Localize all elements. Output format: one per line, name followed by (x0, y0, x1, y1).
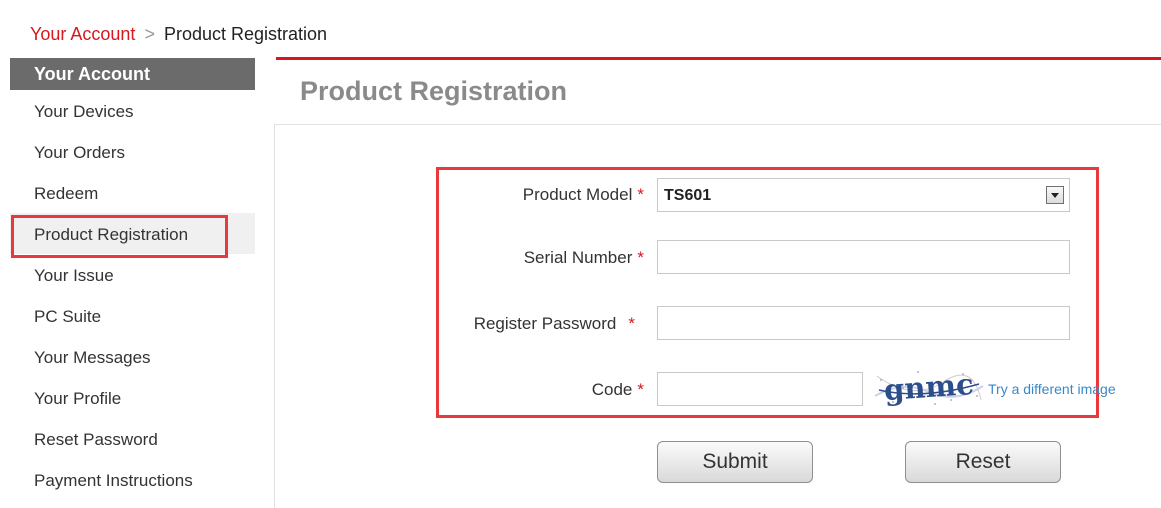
required-marker: * (637, 185, 644, 204)
captcha-image: gnmc (873, 366, 985, 408)
captcha-text: gnmc (883, 367, 975, 407)
sidebar-item-reset-password[interactable]: Reset Password (10, 418, 255, 459)
register-password-label-text: Register Password (473, 314, 617, 333)
serial-number-label-text: Serial Number (523, 248, 633, 267)
required-marker: * (628, 314, 635, 333)
try-different-image-link[interactable]: Try a different image (988, 380, 1116, 398)
product-model-label: Product Model * (523, 185, 644, 205)
sidebar-menu: Your Devices Your Orders Redeem Product … (10, 90, 255, 500)
breadcrumb-link-your-account[interactable]: Your Account (30, 24, 135, 44)
sidebar-item-redeem[interactable]: Redeem (10, 172, 255, 213)
sidebar-item-your-devices[interactable]: Your Devices (10, 90, 255, 131)
breadcrumb-separator: > (144, 24, 155, 44)
sidebar-item-your-issue[interactable]: Your Issue (10, 254, 255, 295)
serial-number-label: Serial Number * (524, 248, 644, 268)
page-title: Product Registration (300, 76, 568, 106)
sidebar: Your Account Your Devices Your Orders Re… (10, 58, 255, 508)
dropdown-arrow-icon[interactable] (1046, 186, 1064, 204)
breadcrumb: Your Account > Product Registration (30, 23, 327, 45)
code-input[interactable] (657, 372, 863, 406)
sidebar-item-pc-suite[interactable]: PC Suite (10, 295, 255, 336)
sidebar-header: Your Account (10, 58, 255, 90)
code-label: Code * (592, 380, 644, 400)
header-red-rule (276, 57, 1161, 60)
submit-button[interactable]: Submit (657, 441, 813, 483)
code-label-text: Code (591, 380, 633, 399)
register-password-label: Register Password * (474, 314, 635, 334)
product-model-label-text: Product Model (522, 185, 633, 204)
sidebar-item-your-orders[interactable]: Your Orders (10, 131, 255, 172)
register-password-input[interactable] (657, 306, 1070, 340)
breadcrumb-current: Product Registration (163, 24, 328, 44)
sidebar-item-your-messages[interactable]: Your Messages (10, 336, 255, 377)
product-model-value: TS601 (664, 187, 712, 204)
sidebar-item-product-registration[interactable]: Product Registration (10, 213, 255, 254)
required-marker: * (637, 380, 644, 399)
sidebar-item-payment-instructions[interactable]: Payment Instructions (10, 459, 255, 500)
reset-button[interactable]: Reset (905, 441, 1061, 483)
sidebar-item-your-profile[interactable]: Your Profile (10, 377, 255, 418)
product-model-select[interactable]: TS601 (657, 178, 1070, 212)
required-marker: * (637, 248, 644, 267)
serial-number-input[interactable] (657, 240, 1070, 274)
